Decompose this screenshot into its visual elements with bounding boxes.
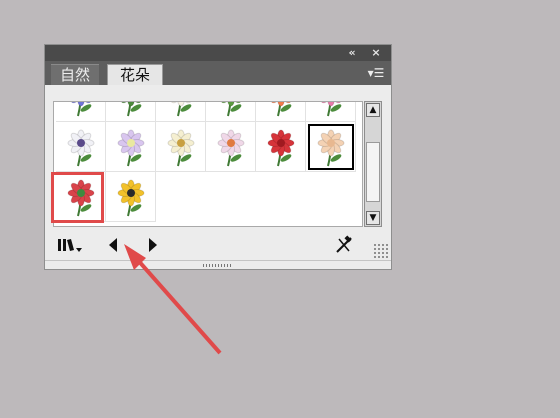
symbol-swatch-viewport [53,101,363,227]
symbol-swatch[interactable] [156,102,206,122]
symbol-swatch[interactable] [256,102,306,122]
symbol-swatch[interactable] [306,102,356,122]
empty-swatch-slot [256,172,306,222]
empty-swatch-slot [156,172,206,222]
panel-gripper[interactable] [45,260,391,269]
symbol-swatch[interactable] [106,172,156,222]
symbol-swatch[interactable] [206,102,256,122]
panel-titlebar[interactable]: « × [45,45,391,61]
resize-grip-icon[interactable] [373,243,389,259]
symbol-swatch[interactable] [256,122,306,172]
scroll-down-icon[interactable]: ▼ [366,211,380,225]
scroll-thumb[interactable] [366,142,380,202]
close-icon[interactable]: × [369,46,383,60]
panel-menu-icon[interactable]: ▾☰ [365,66,387,80]
symbol-swatch[interactable] [156,122,206,172]
flower-rose-bud-icon [67,179,94,216]
symbol-swatch[interactable] [106,122,156,172]
grip-dots-icon [203,263,233,267]
flower-lily-bouquet-icon [167,129,194,166]
panel-bottom-toolbar [45,231,391,259]
symbol-swatch[interactable] [306,122,356,172]
panel-tab-row: 自然 花朵 ▾☰ [45,61,391,85]
symbol-swatch[interactable] [106,102,156,122]
flower-echinacea-icon [217,129,244,166]
flower-aster-icon [70,102,91,116]
flower-white-iris-icon [67,129,94,166]
flower-sunflower-icon [117,179,144,216]
flower-orange-gerbera-icon [270,102,291,116]
flower-white-daisy-icon [170,102,191,116]
symbol-library-menu-icon[interactable] [55,235,85,255]
empty-swatch-slot [206,172,256,222]
flower-green-stem-icon [120,102,141,116]
symbols-panel: « × 自然 花朵 ▾☰ ▲ ▼ [44,44,392,270]
symbol-swatch[interactable] [56,172,106,222]
symbol-swatch[interactable] [56,102,106,122]
tab-nature[interactable]: 自然 [51,64,99,85]
symbol-swatch[interactable] [206,122,256,172]
flower-red-rose-icon [267,129,294,166]
symbol-swatch-grid [56,102,356,222]
flower-green-leaves-icon [220,102,241,116]
empty-swatch-slot [306,172,356,222]
flower-pink-hibiscus-icon [320,102,341,116]
break-link-icon[interactable] [333,235,355,255]
flower-peach-rose-icon [317,129,344,166]
flower-lotus-icon [117,129,144,166]
vertical-scrollbar[interactable]: ▲ ▼ [364,101,382,227]
tab-flowers[interactable]: 花朵 [107,64,163,85]
previous-library-icon[interactable] [103,235,125,255]
next-library-icon[interactable] [141,235,163,255]
double-chevron-left-icon[interactable]: « [345,46,359,60]
scroll-up-icon[interactable]: ▲ [366,103,380,117]
symbol-swatch[interactable] [56,122,106,172]
